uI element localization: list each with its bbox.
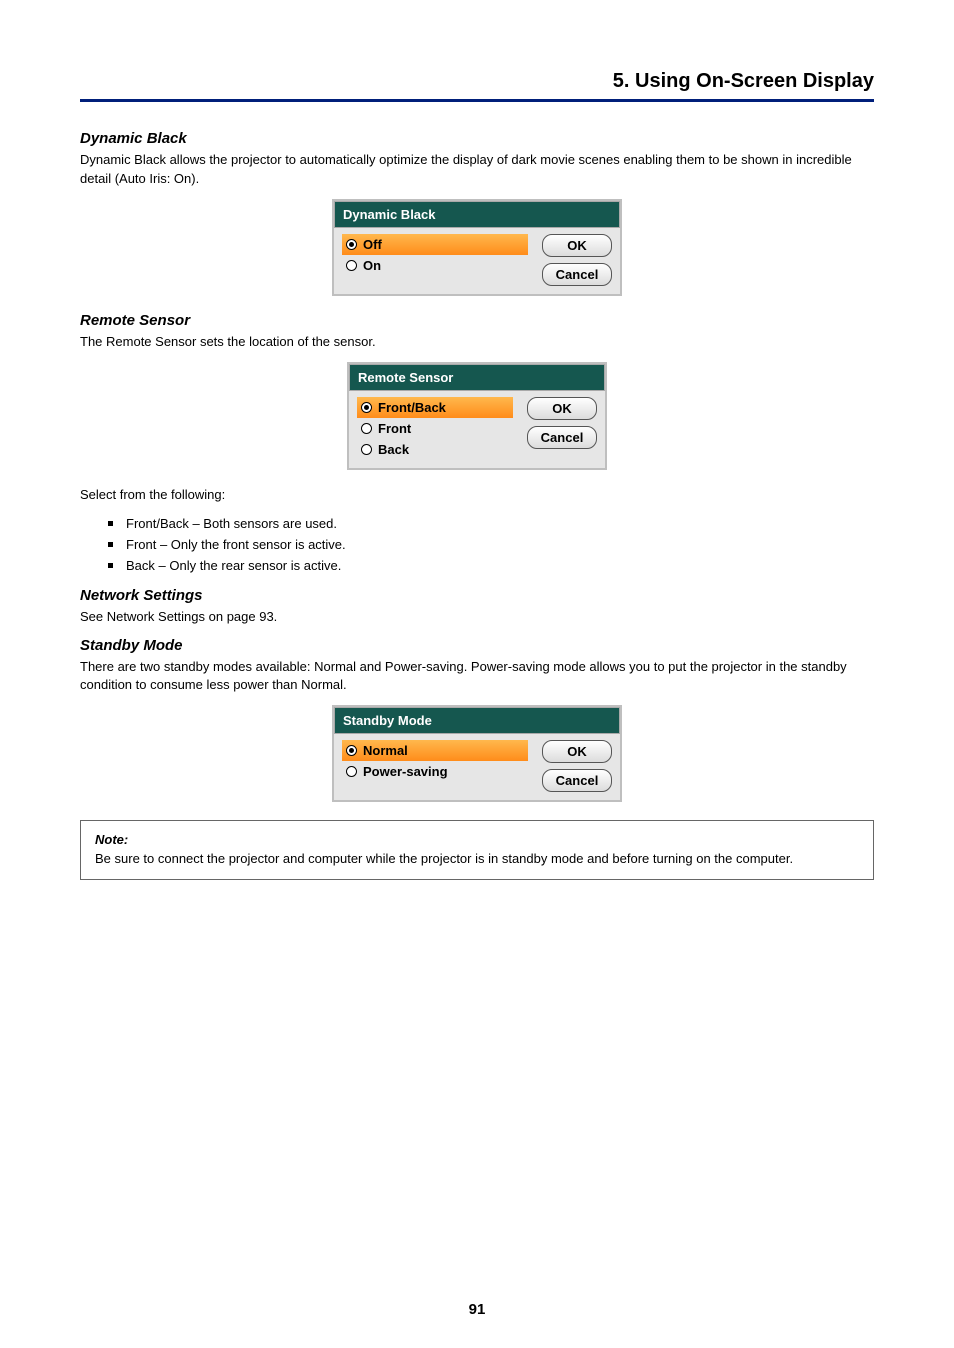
osd-standby-mode: Standby Mode Normal Power-saving OK: [332, 705, 622, 802]
paragraph-standby-mode: There are two standby modes available: N…: [80, 658, 874, 696]
ok-button[interactable]: OK: [542, 740, 612, 763]
note-box: Note: Be sure to connect the projector a…: [80, 820, 874, 880]
option-label: On: [363, 258, 381, 273]
option-label: Front: [378, 421, 411, 436]
option-power-saving[interactable]: Power-saving: [342, 761, 528, 782]
option-on[interactable]: On: [342, 255, 528, 276]
section-heading-standby-mode: Standby Mode: [80, 637, 874, 654]
paragraph-network-settings: See Network Settings on page 93.: [80, 608, 874, 627]
osd-title: Standby Mode: [334, 707, 620, 734]
option-normal[interactable]: Normal: [342, 740, 528, 761]
note-label: Note:: [95, 832, 128, 847]
option-front-back[interactable]: Front/Back: [357, 397, 513, 418]
option-label: Normal: [363, 743, 408, 758]
header-rule: [80, 99, 874, 102]
cancel-button[interactable]: Cancel: [527, 426, 597, 449]
radio-selected-icon: [346, 239, 357, 250]
paragraph-select-from: Select from the following:: [80, 486, 874, 505]
option-front[interactable]: Front: [357, 418, 513, 439]
option-label: Off: [363, 237, 382, 252]
ok-button[interactable]: OK: [542, 234, 612, 257]
radio-icon: [346, 766, 357, 777]
paragraph-dynamic-black: Dynamic Black allows the projector to au…: [80, 151, 874, 189]
chapter-title: 5. Using On-Screen Display: [80, 70, 874, 93]
option-label: Back: [378, 442, 409, 457]
note-text: Be sure to connect the projector and com…: [95, 850, 859, 869]
remote-sensor-list: Front/Back – Both sensors are used. Fron…: [80, 514, 874, 576]
osd-title: Remote Sensor: [349, 364, 605, 391]
list-item: Front/Back – Both sensors are used.: [108, 514, 874, 535]
page-number: 91: [0, 1301, 954, 1318]
option-label: Front/Back: [378, 400, 446, 415]
radio-icon: [361, 444, 372, 455]
section-heading-remote-sensor: Remote Sensor: [80, 312, 874, 329]
cancel-button[interactable]: Cancel: [542, 263, 612, 286]
section-heading-network-settings: Network Settings: [80, 587, 874, 604]
osd-remote-sensor: Remote Sensor Front/Back Front: [347, 362, 607, 470]
option-label: Power-saving: [363, 764, 448, 779]
list-item: Front – Only the front sensor is active.: [108, 535, 874, 556]
osd-title: Dynamic Black: [334, 201, 620, 228]
cancel-button[interactable]: Cancel: [542, 769, 612, 792]
radio-selected-icon: [361, 402, 372, 413]
section-heading-dynamic-black: Dynamic Black: [80, 130, 874, 147]
radio-icon: [361, 423, 372, 434]
list-item: Back – Only the rear sensor is active.: [108, 556, 874, 577]
option-off[interactable]: Off: [342, 234, 528, 255]
osd-dynamic-black: Dynamic Black Off On OK: [332, 199, 622, 296]
radio-icon: [346, 260, 357, 271]
option-back[interactable]: Back: [357, 439, 513, 460]
ok-button[interactable]: OK: [527, 397, 597, 420]
paragraph-remote-sensor: The Remote Sensor sets the location of t…: [80, 333, 874, 352]
radio-selected-icon: [346, 745, 357, 756]
